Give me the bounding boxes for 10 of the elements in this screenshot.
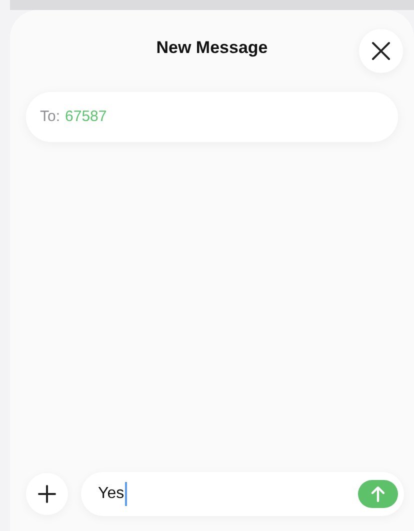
add-button[interactable]	[26, 473, 68, 515]
arrow-up-icon	[371, 486, 385, 502]
plus-icon	[38, 485, 56, 503]
message-field[interactable]: Yes	[81, 472, 404, 516]
close-icon	[371, 41, 391, 61]
recipient-number: 67587	[65, 106, 107, 127]
sheet-title: New Message	[156, 37, 268, 60]
recipient-label: To:	[40, 106, 60, 127]
close-button[interactable]	[359, 29, 403, 73]
message-text: Yes	[98, 482, 128, 506]
